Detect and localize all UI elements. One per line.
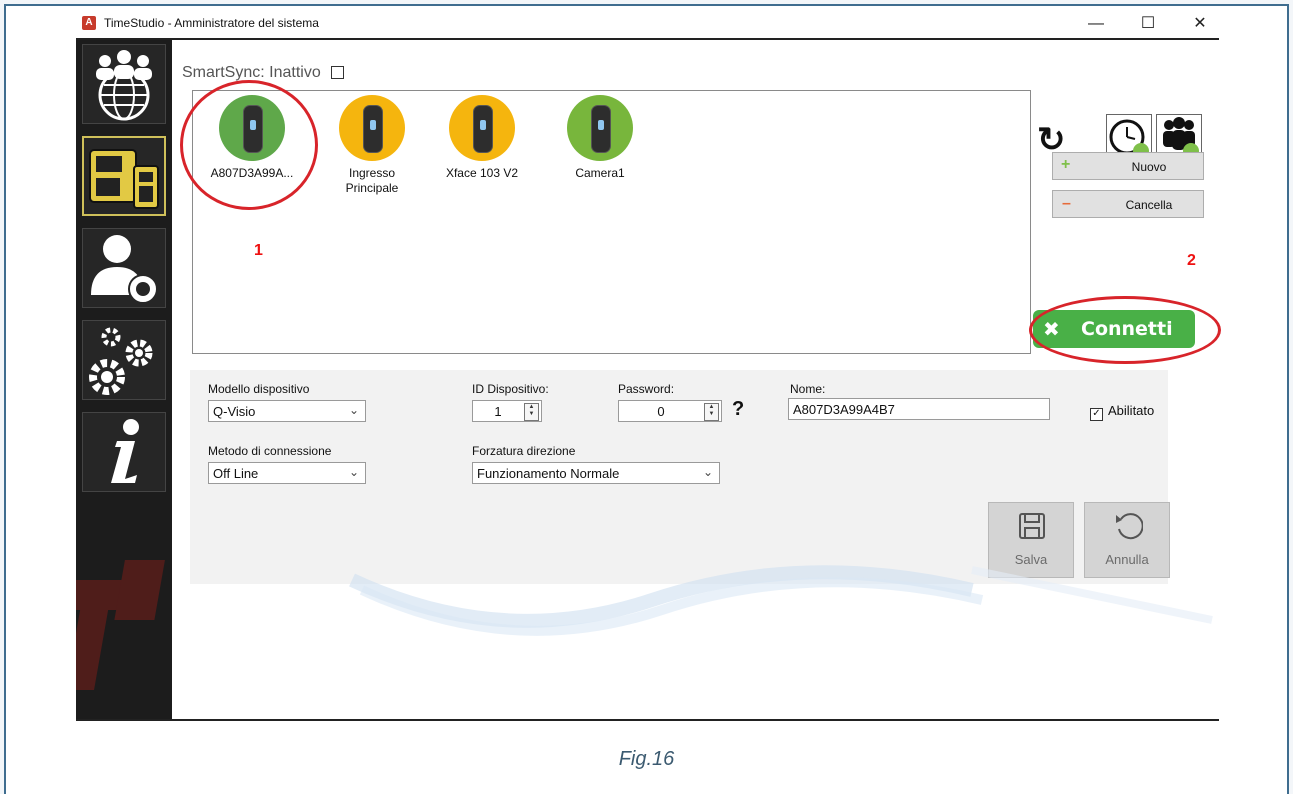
sidebar — [76, 40, 172, 720]
maximize-button[interactable]: ☐ — [1130, 12, 1166, 36]
chevron-down-icon: ⌄ — [702, 465, 713, 479]
abilitato-checkbox[interactable]: ✓ Abilitato — [1090, 403, 1154, 421]
sidebar-item-settings[interactable] — [82, 320, 166, 400]
device-label: Camera1 — [575, 166, 625, 180]
devices-panel: SmartSync: Inattivo A807D3A99A... Ingres… — [172, 40, 1221, 720]
forzatura-value: Funzionamento Normale — [477, 466, 620, 481]
close-button[interactable]: ✕ — [1182, 12, 1218, 36]
checkmark-icon: ✓ — [1090, 408, 1103, 421]
undo-icon — [1116, 513, 1143, 540]
users-globe-icon — [96, 50, 152, 121]
spinner-arrows-icon[interactable]: ▲ ▼ — [704, 403, 719, 421]
info-icon — [111, 419, 139, 483]
help-icon[interactable]: ? — [732, 398, 744, 421]
device-form: Modello dispositivo Q-Visio ⌄ ID Disposi… — [190, 370, 1170, 584]
sidebar-item-user-rights[interactable] — [82, 228, 166, 308]
id-label: ID Dispositivo: — [472, 382, 549, 396]
device-terminal-icon — [567, 95, 633, 161]
annotation-number: 1 — [254, 242, 263, 259]
cancella-button[interactable]: – Cancella — [1052, 190, 1204, 218]
minus-icon: – — [1062, 195, 1071, 212]
title-bar: A TimeStudio - Amministratore del sistem… — [76, 6, 1219, 40]
metodo-value: Off Line — [213, 466, 259, 481]
modello-value: Q-Visio — [213, 404, 256, 419]
abilitato-label: Abilitato — [1108, 403, 1155, 418]
minimize-button[interactable]: — — [1078, 12, 1114, 36]
user-key-icon — [91, 235, 158, 304]
timestudio-watermark — [76, 560, 165, 690]
forzatura-select[interactable]: Funzionamento Normale ⌄ — [472, 462, 720, 484]
gears-icon — [89, 327, 153, 395]
spinner-arrows-icon[interactable]: ▲ ▼ — [524, 403, 539, 421]
window-title: TimeStudio - Amministratore del sistema — [104, 16, 319, 30]
sidebar-item-devices[interactable] — [82, 136, 166, 216]
cancella-label: Cancella — [1125, 198, 1173, 212]
plus-icon: + — [1061, 156, 1071, 173]
password-stepper[interactable]: 0 ▲ ▼ — [618, 400, 722, 422]
device-item[interactable]: Ingresso Principale — [317, 95, 427, 196]
metodo-label: Metodo di connessione — [208, 444, 332, 458]
password-label: Password: — [618, 382, 675, 396]
id-value: 1 — [494, 404, 502, 419]
app-logo-icon: A — [82, 16, 96, 30]
device-label: Xface 103 V2 — [445, 166, 519, 180]
device-terminal-icon — [449, 95, 515, 161]
sidebar-item-info[interactable] — [82, 412, 166, 492]
modello-select[interactable]: Q-Visio ⌄ — [208, 400, 366, 422]
id-stepper[interactable]: 1 ▲ ▼ — [472, 400, 542, 422]
decorative-wave — [349, 565, 1213, 636]
device-label: Ingresso Principale — [345, 166, 399, 195]
window-bottom-border — [76, 719, 1219, 721]
annotation-number: 2 — [1187, 252, 1196, 269]
nome-field[interactable]: A807D3A99A4B7 — [788, 398, 1050, 420]
smartsync-checkbox[interactable] — [330, 66, 344, 80]
forzatura-label: Forzatura direzione — [472, 444, 576, 458]
terminal-devices-icon — [89, 149, 159, 209]
device-item[interactable]: Camera1 — [545, 95, 655, 181]
chevron-down-icon: ⌄ — [348, 465, 359, 479]
device-list: A807D3A99A... Ingresso Principale Xface … — [192, 90, 1031, 354]
smartsync-label: SmartSync: Inattivo — [182, 64, 321, 81]
annotation-circle — [180, 80, 318, 210]
annotation-circle — [1029, 296, 1221, 364]
figure-caption: Fig.16 — [618, 748, 675, 770]
nome-label: Nome: — [790, 382, 826, 396]
device-terminal-icon — [339, 95, 405, 161]
metodo-select[interactable]: Off Line ⌄ — [208, 462, 366, 484]
save-icon — [1019, 513, 1045, 539]
device-item[interactable]: Xface 103 V2 — [427, 95, 537, 181]
nuovo-button[interactable]: + Nuovo — [1052, 152, 1204, 180]
password-value: 0 — [657, 404, 665, 419]
sidebar-item-users[interactable] — [82, 44, 166, 124]
smartsync-row: SmartSync: Inattivo — [182, 64, 344, 82]
app-window: A TimeStudio - Amministratore del sistem… — [76, 6, 1221, 720]
chevron-down-icon: ⌄ — [348, 403, 359, 417]
nome-value: A807D3A99A4B7 — [793, 402, 895, 417]
nuovo-label: Nuovo — [1131, 160, 1167, 174]
modello-label: Modello dispositivo — [208, 382, 310, 396]
